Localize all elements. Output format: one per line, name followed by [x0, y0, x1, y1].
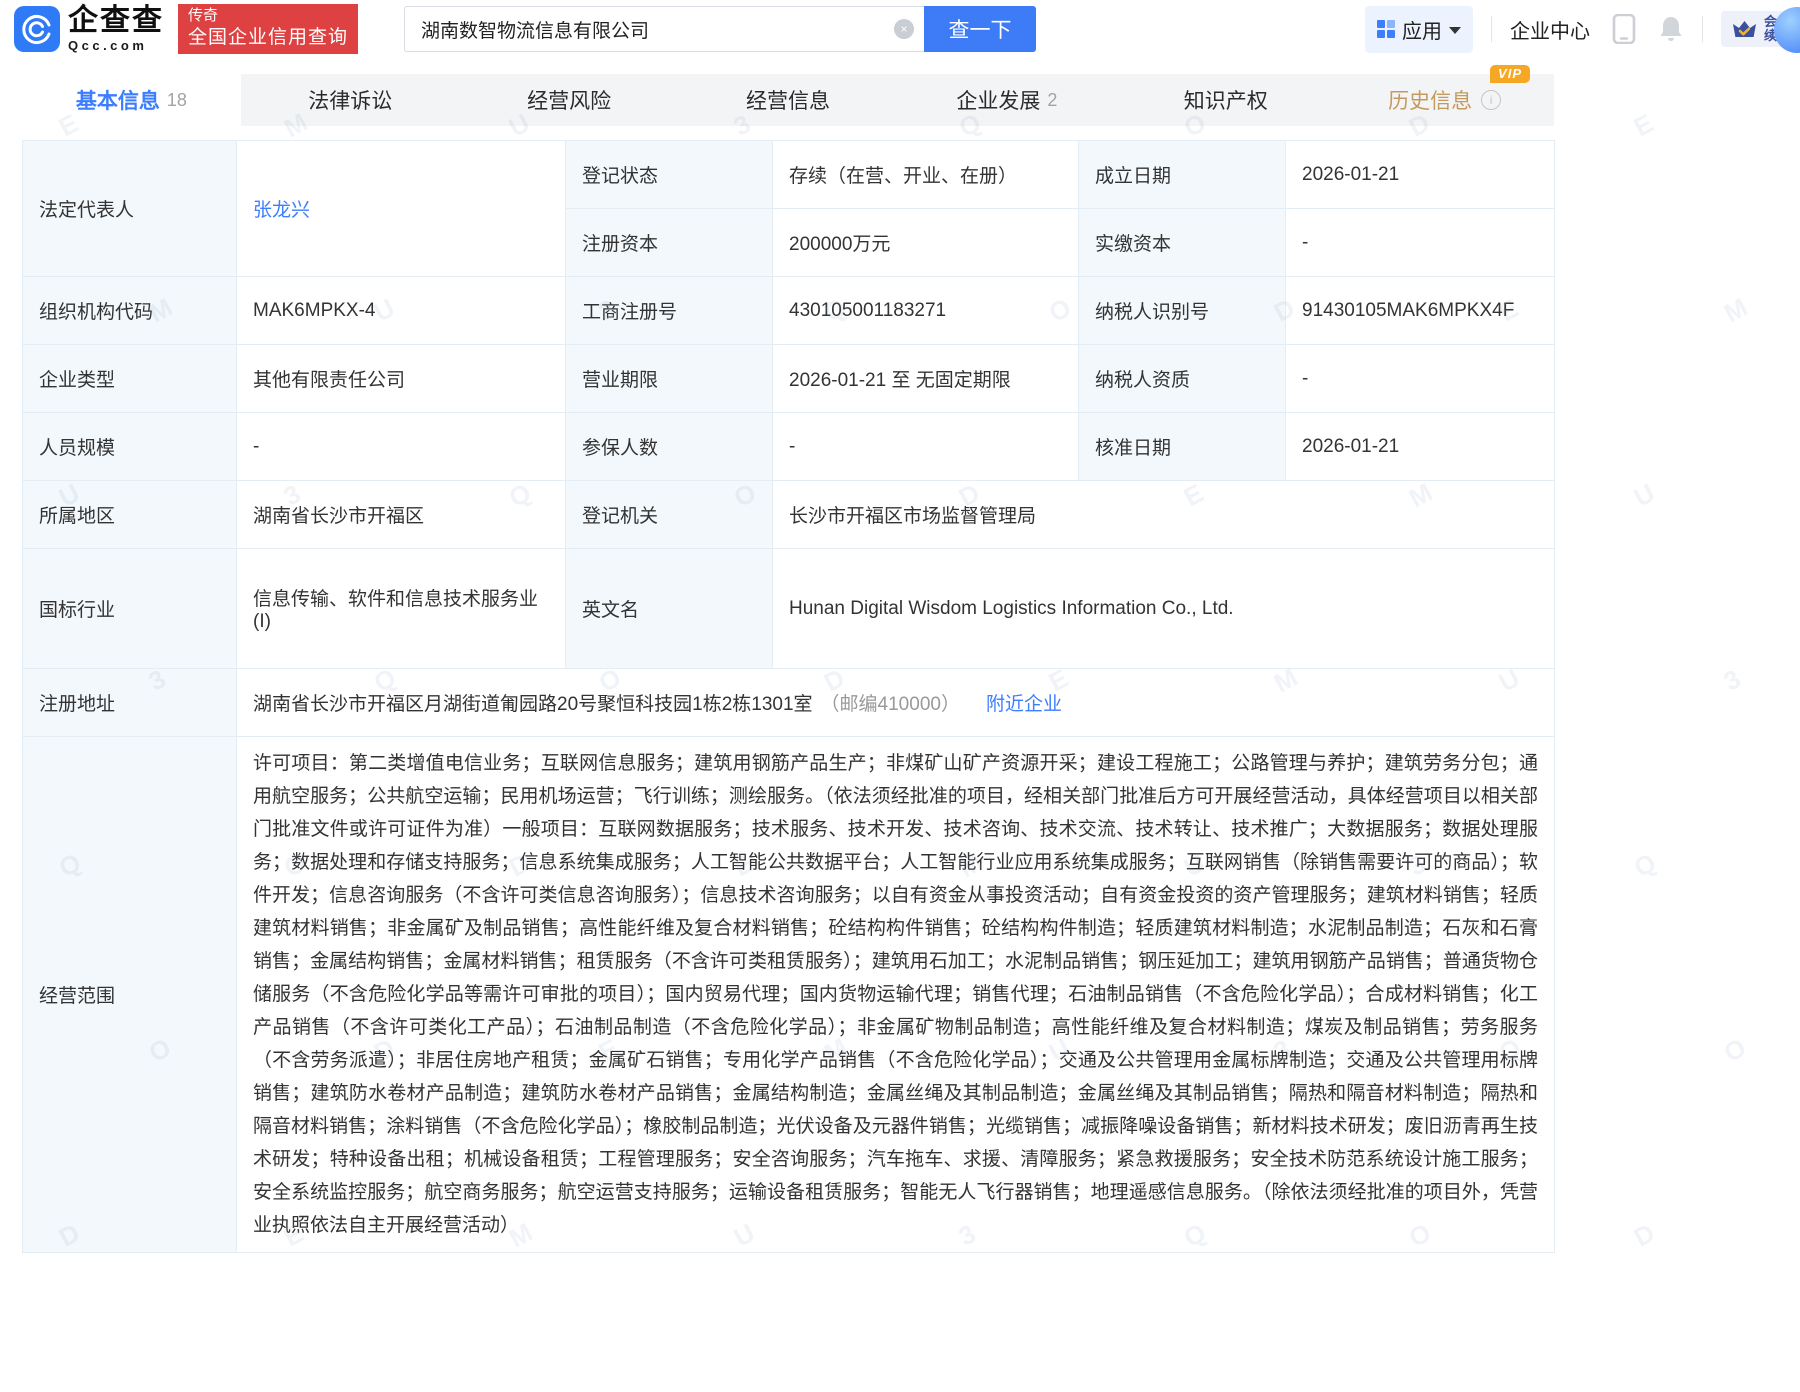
field-label-reg-authority: 登记机关 — [566, 481, 773, 549]
field-label-legal-rep: 法定代表人 — [23, 141, 237, 277]
field-label-industry: 国标行业 — [23, 549, 237, 669]
divider — [1491, 16, 1492, 42]
field-label-staff-size: 人员规模 — [23, 413, 237, 481]
field-value-biz-reg-no: 430105001183271 — [773, 277, 1079, 345]
field-label-taxpayer-qual: 纳税人资质 — [1079, 345, 1286, 413]
tab-operation-info[interactable]: 经营信息 — [679, 74, 898, 126]
top-bar: 企查查 Qcc.com 传奇 全国企业信用查询 × 查一下 应用 企业中心 — [0, 0, 1800, 58]
address-zip: （邮编410000） — [821, 694, 960, 715]
search-input[interactable] — [404, 6, 924, 52]
apps-grid-icon — [1377, 20, 1395, 38]
field-label-address: 注册地址 — [23, 669, 237, 737]
notifications-bell-icon[interactable] — [1658, 15, 1684, 43]
qcc-logo[interactable]: 企查查 Qcc.com — [14, 6, 164, 52]
tab-count: 18 — [167, 90, 187, 111]
tab-label: 企业发展 — [956, 85, 1040, 115]
tab-basic-info[interactable]: 基本信息 18 — [22, 74, 241, 126]
field-label-biz-reg-no: 工商注册号 — [566, 277, 773, 345]
field-label-est-date: 成立日期 — [1079, 141, 1286, 209]
legal-rep-link[interactable]: 张龙兴 — [253, 200, 310, 221]
field-value-english-name: Hunan Digital Wisdom Logistics Informati… — [773, 549, 1555, 669]
brand-text: 企查查 Qcc.com — [68, 6, 164, 52]
field-label-reg-capital: 注册资本 — [566, 209, 773, 277]
tab-operation-risk[interactable]: 经营风险 — [460, 74, 679, 126]
address-text: 湖南省长沙市开福区月湖街道匍园路20号聚恒科技园1栋2栋1301室 — [253, 694, 813, 715]
field-label-approval-date: 核准日期 — [1079, 413, 1286, 481]
apps-label: 应用 — [1402, 15, 1442, 44]
field-value-reg-authority: 长沙市开福区市场监督管理局 — [773, 481, 1555, 549]
field-label-company-type: 企业类型 — [23, 345, 237, 413]
basic-info-table: 法定代表人 张龙兴 登记状态 存续（在营、开业、在册） 成立日期 2026-01… — [22, 140, 1555, 1253]
field-value-taxpayer-id: 91430105MAK6MPKX4F — [1286, 277, 1555, 345]
tab-count: 2 — [1047, 90, 1057, 111]
tab-label: 知识产权 — [1184, 85, 1268, 115]
tab-label: 历史信息 — [1388, 85, 1472, 115]
chevron-down-icon — [1449, 27, 1461, 34]
field-value-business-scope: 许可项目：第二类增值电信业务；互联网信息服务；建筑用钢筋产品生产；非煤矿山矿产资… — [237, 737, 1555, 1253]
search-button[interactable]: 查一下 — [924, 6, 1036, 52]
field-value-company-type: 其他有限责任公司 — [237, 345, 566, 413]
field-value-staff-size: - — [237, 413, 566, 481]
enterprise-center-link[interactable]: 企业中心 — [1510, 15, 1590, 44]
tab-label: 法律诉讼 — [308, 85, 392, 115]
brand-domain: Qcc.com — [68, 39, 164, 52]
field-value-insured: - — [773, 413, 1079, 481]
field-value-legal-rep: 张龙兴 — [237, 141, 566, 277]
apps-menu[interactable]: 应用 — [1365, 6, 1473, 53]
info-icon[interactable]: i — [1481, 90, 1501, 110]
field-label-reg-status: 登记状态 — [566, 141, 773, 209]
top-right-nav: 应用 企业中心 会员 续费 — [1365, 0, 1800, 58]
tab-label: 基本信息 — [76, 85, 160, 115]
field-value-approval-date: 2026-01-21 — [1286, 413, 1555, 481]
field-value-paid-capital: - — [1286, 209, 1555, 277]
divider — [1702, 16, 1703, 42]
tab-label: 经营风险 — [527, 85, 611, 115]
tab-intellectual-property[interactable]: 知识产权 — [1116, 74, 1335, 126]
tab-label: 经营信息 — [746, 85, 830, 115]
slogan-line2: 全国企业信用查询 — [188, 26, 348, 50]
field-value-est-date: 2026-01-21 — [1286, 141, 1555, 209]
field-value-reg-capital: 200000万元 — [773, 209, 1079, 277]
field-value-biz-term: 2026-01-21 至 无固定期限 — [773, 345, 1079, 413]
vip-badge: VIP — [1490, 65, 1530, 83]
clear-search-icon[interactable]: × — [894, 19, 914, 39]
tab-legal-litigation[interactable]: 法律诉讼 — [241, 74, 460, 126]
search-group: × 查一下 — [404, 6, 1036, 52]
field-label-paid-capital: 实缴资本 — [1079, 209, 1286, 277]
field-label-taxpayer-id: 纳税人识别号 — [1079, 277, 1286, 345]
tab-company-development[interactable]: 企业发展 2 — [897, 74, 1116, 126]
mobile-app-icon[interactable] — [1612, 14, 1636, 44]
field-label-english-name: 英文名 — [566, 549, 773, 669]
qcc-logo-icon — [14, 6, 60, 52]
slogan-badge: 传奇 全国企业信用查询 — [178, 4, 358, 55]
slogan-line1: 传奇 — [188, 7, 348, 26]
brand-name: 企查查 — [68, 6, 164, 36]
field-label-biz-term: 营业期限 — [566, 345, 773, 413]
field-value-reg-status: 存续（在营、开业、在册） — [773, 141, 1079, 209]
field-label-insured: 参保人数 — [566, 413, 773, 481]
field-value-taxpayer-qual: - — [1286, 345, 1555, 413]
field-value-org-code: MAK6MPKX-4 — [237, 277, 566, 345]
field-label-business-scope: 经营范围 — [23, 737, 237, 1253]
tab-history-info[interactable]: VIP 历史信息 i — [1335, 74, 1554, 126]
field-value-address: 湖南省长沙市开福区月湖街道匍园路20号聚恒科技园1栋2栋1301室 （邮编4100… — [237, 669, 1555, 737]
field-label-org-code: 组织机构代码 — [23, 277, 237, 345]
section-tabs: 基本信息 18 法律诉讼 经营风险 经营信息 企业发展 2 知识产权 VIP 历… — [22, 74, 1554, 126]
field-value-industry: 信息传输、软件和信息技术服务业 (I) — [237, 549, 566, 669]
field-value-region: 湖南省长沙市开福区 — [237, 481, 566, 549]
crown-icon — [1731, 17, 1758, 41]
field-label-region: 所属地区 — [23, 481, 237, 549]
nearby-companies-link[interactable]: 附近企业 — [986, 694, 1062, 715]
